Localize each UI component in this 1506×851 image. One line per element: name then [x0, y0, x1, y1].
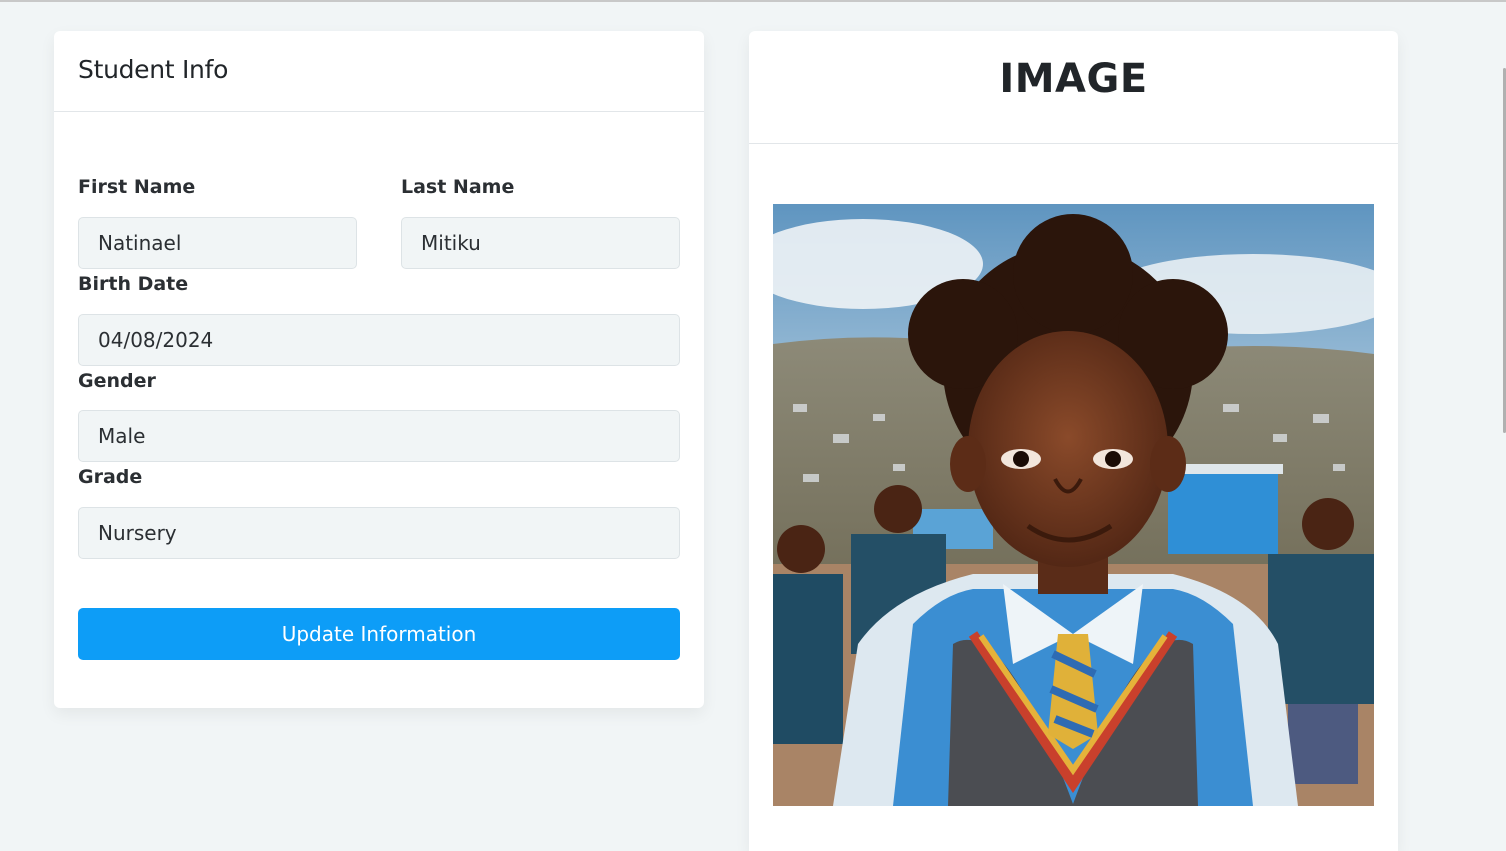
last-name-label: Last Name [401, 176, 515, 198]
top-border [0, 0, 1506, 2]
image-card: IMAGE [749, 31, 1398, 851]
gender-label: Gender [78, 370, 156, 392]
first-name-field[interactable]: Natinael [78, 217, 357, 269]
student-info-header: Student Info [54, 31, 704, 112]
grade-label: Grade [78, 466, 143, 488]
birth-date-field[interactable]: 04/08/2024 [78, 314, 680, 366]
image-title: IMAGE [999, 56, 1148, 102]
student-photo-illustration [773, 204, 1374, 806]
gender-field[interactable]: Male [78, 410, 680, 462]
student-photo [773, 204, 1374, 806]
birth-date-label: Birth Date [78, 273, 189, 295]
grade-field[interactable]: Nursery [78, 507, 680, 559]
image-header: IMAGE [749, 31, 1398, 144]
last-name-field[interactable]: Mitiku [401, 217, 680, 269]
student-info-title: Student Info [78, 55, 229, 84]
first-name-label: First Name [78, 176, 196, 198]
student-info-card: Student Info First Name Natinael Last Na… [54, 31, 704, 708]
update-information-button[interactable]: Update Information [78, 608, 680, 660]
